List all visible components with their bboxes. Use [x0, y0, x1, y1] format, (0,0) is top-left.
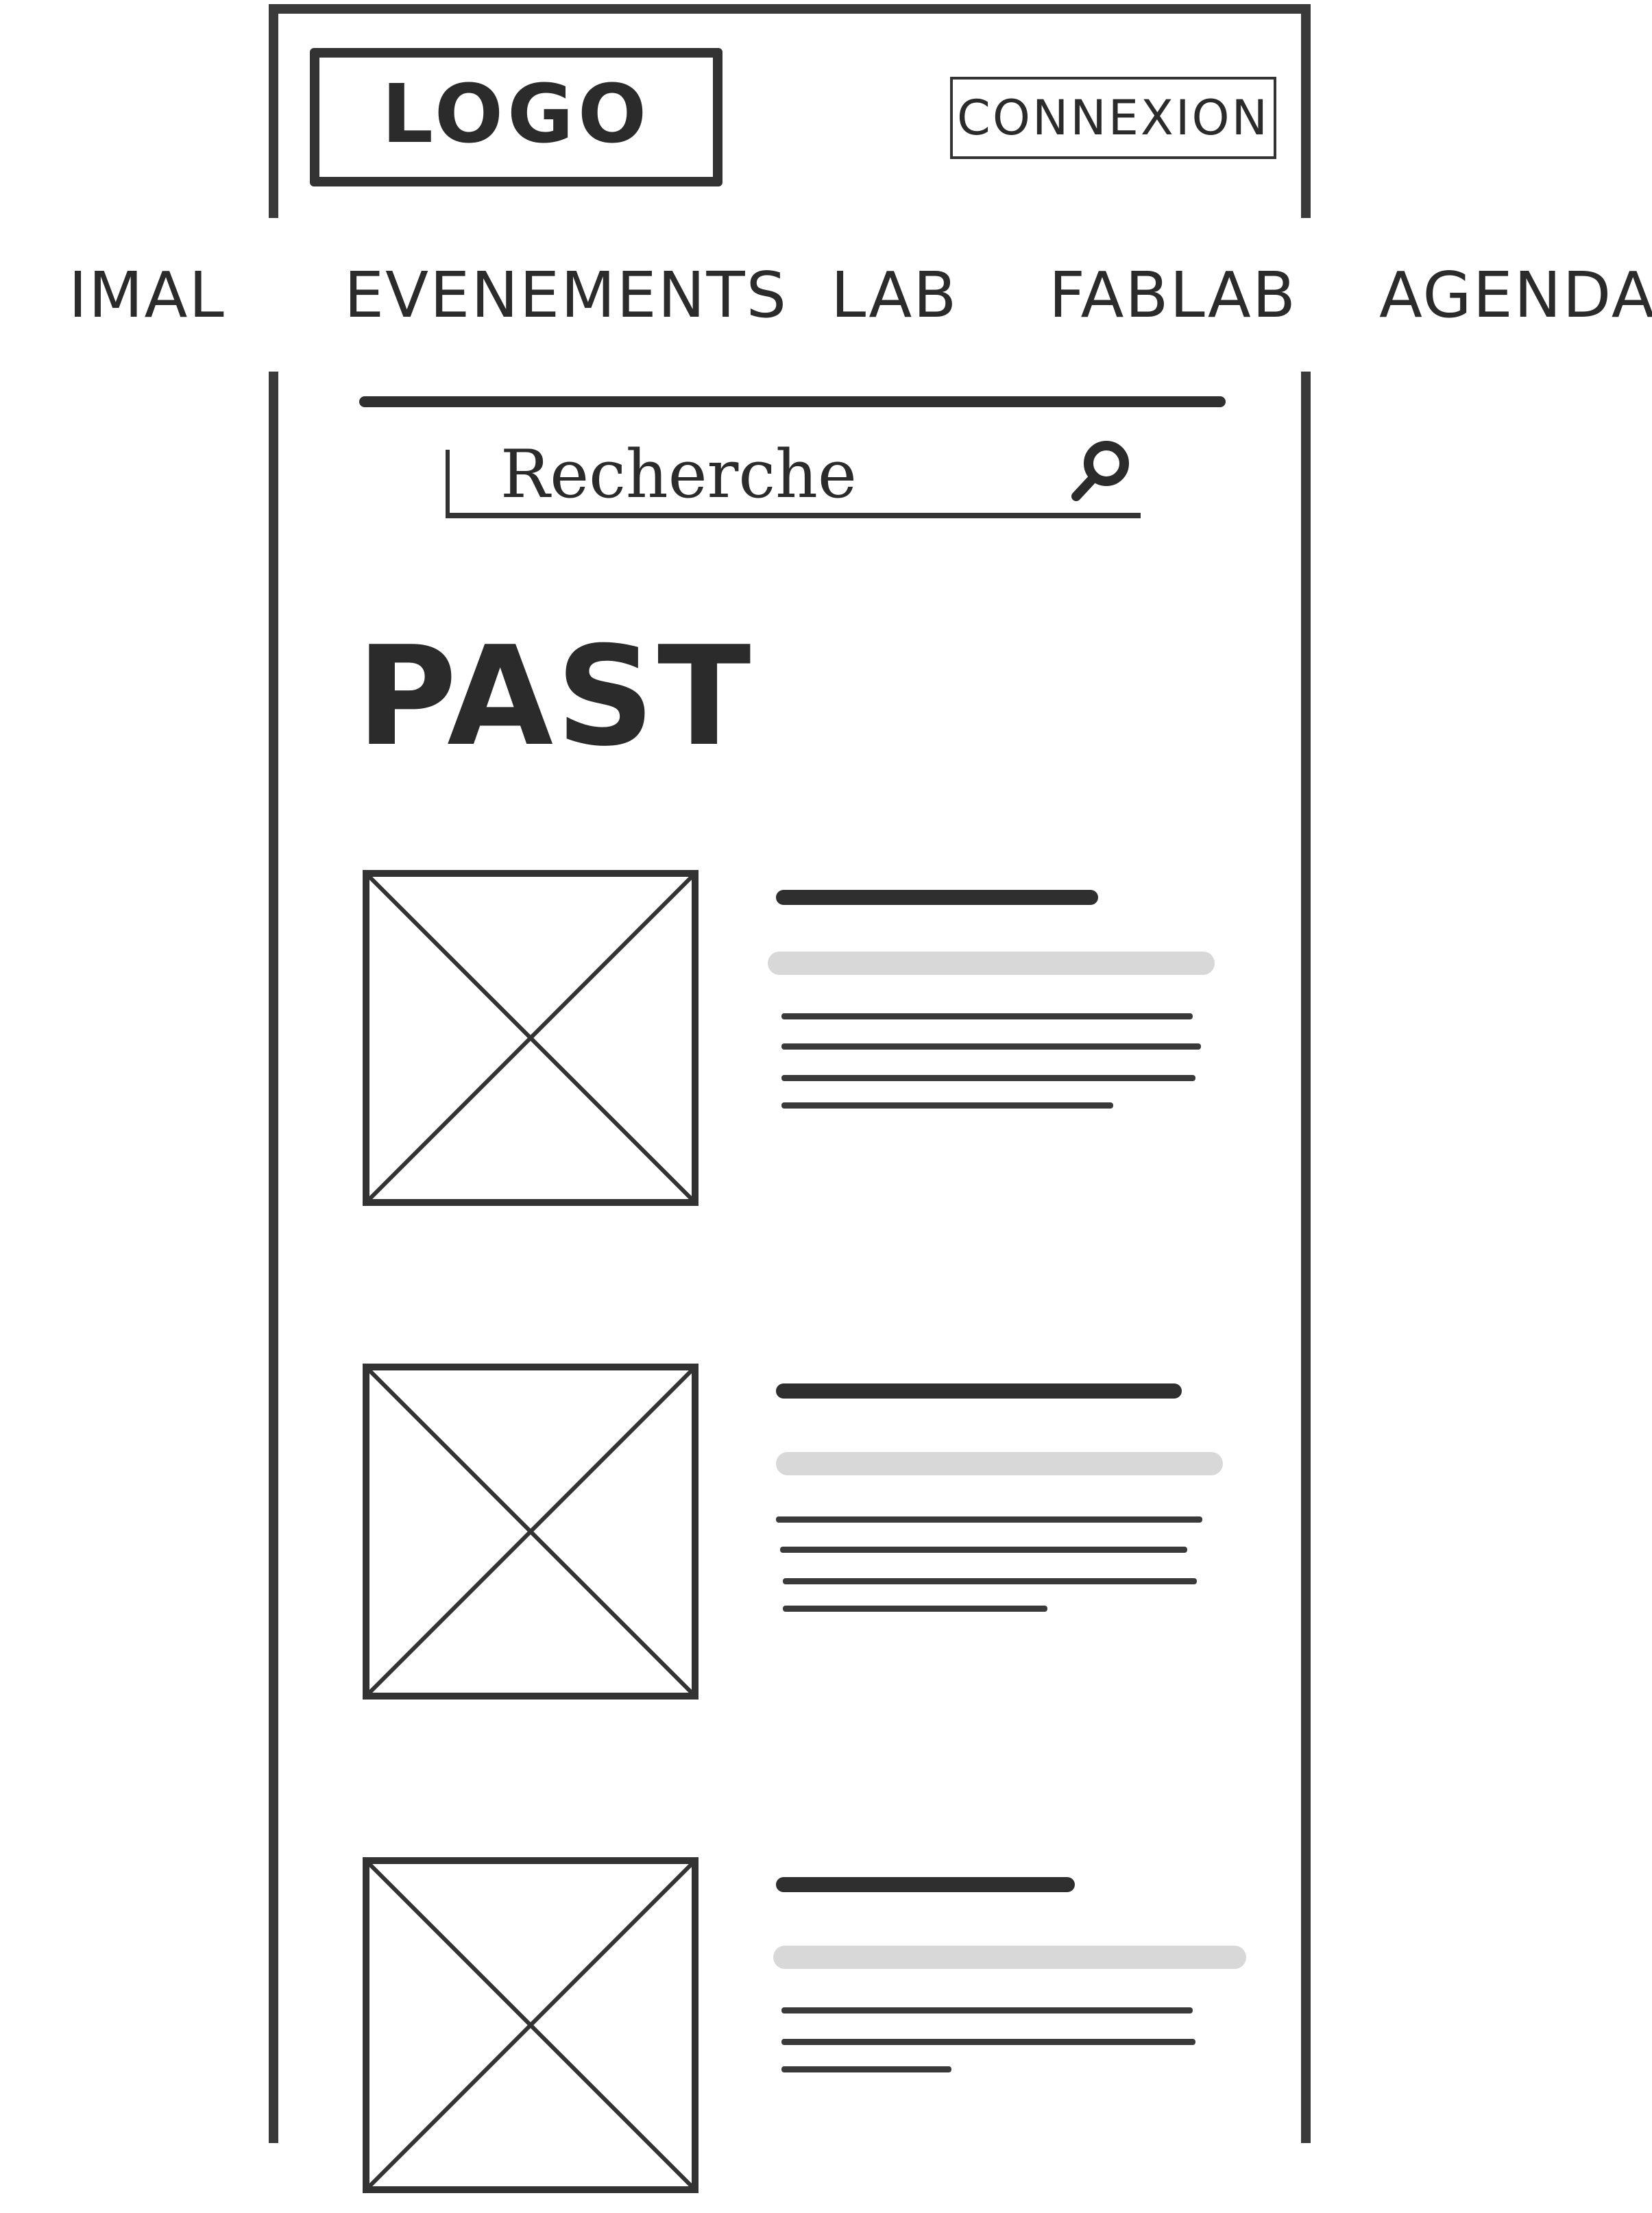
event-card[interactable]: [362, 869, 1253, 1226]
nav-item-evenements[interactable]: EVENEMENTS: [344, 218, 788, 372]
image-placeholder-icon: [363, 1857, 699, 2193]
image-placeholder-icon: [363, 870, 699, 1206]
main-nav: IMAL EVENEMENTS LAB FABLAB AGENDA: [0, 218, 1652, 372]
card-text-line: [780, 1547, 1187, 1553]
card-text-line: [783, 1606, 1047, 1612]
card-subtitle-placeholder: [768, 952, 1215, 975]
card-text-line: [781, 1102, 1113, 1109]
card-text-line: [776, 1516, 1202, 1523]
card-title-placeholder: [776, 1383, 1182, 1399]
event-card[interactable]: [362, 1363, 1253, 1719]
image-placeholder-icon: [363, 1364, 699, 1700]
nav-item-fablab[interactable]: FABLAB: [1049, 218, 1297, 372]
card-text-line: [781, 1013, 1193, 1019]
logo[interactable]: LOGO: [310, 48, 722, 186]
card-text-line: [781, 2007, 1193, 2014]
nav-item-lab[interactable]: LAB: [831, 218, 958, 372]
card-text-line: [781, 2066, 951, 2072]
card-title-placeholder: [776, 1877, 1075, 1892]
event-card[interactable]: [362, 1857, 1253, 2213]
card-text-line: [781, 1075, 1195, 1081]
card-text-line: [781, 1043, 1201, 1050]
search-placeholder: Recherche: [500, 436, 857, 513]
nav-item-imal[interactable]: IMAL: [69, 218, 226, 372]
card-text-line: [783, 1578, 1197, 1584]
nav-divider: [359, 396, 1226, 407]
login-button-label: CONNEXION: [957, 90, 1270, 146]
search-caret: [446, 450, 450, 516]
card-text-line: [781, 2039, 1195, 2045]
search-input[interactable]: Recherche: [446, 429, 1141, 518]
logo-text: LOGO: [381, 66, 651, 161]
search-icon[interactable]: [1067, 436, 1135, 505]
section-title: PAST: [356, 617, 754, 777]
login-button[interactable]: CONNEXION: [950, 77, 1276, 159]
card-subtitle-placeholder: [776, 1452, 1223, 1475]
card-title-placeholder: [776, 890, 1098, 905]
nav-item-agenda[interactable]: AGENDA: [1379, 218, 1652, 372]
card-subtitle-placeholder: [773, 1946, 1246, 1969]
